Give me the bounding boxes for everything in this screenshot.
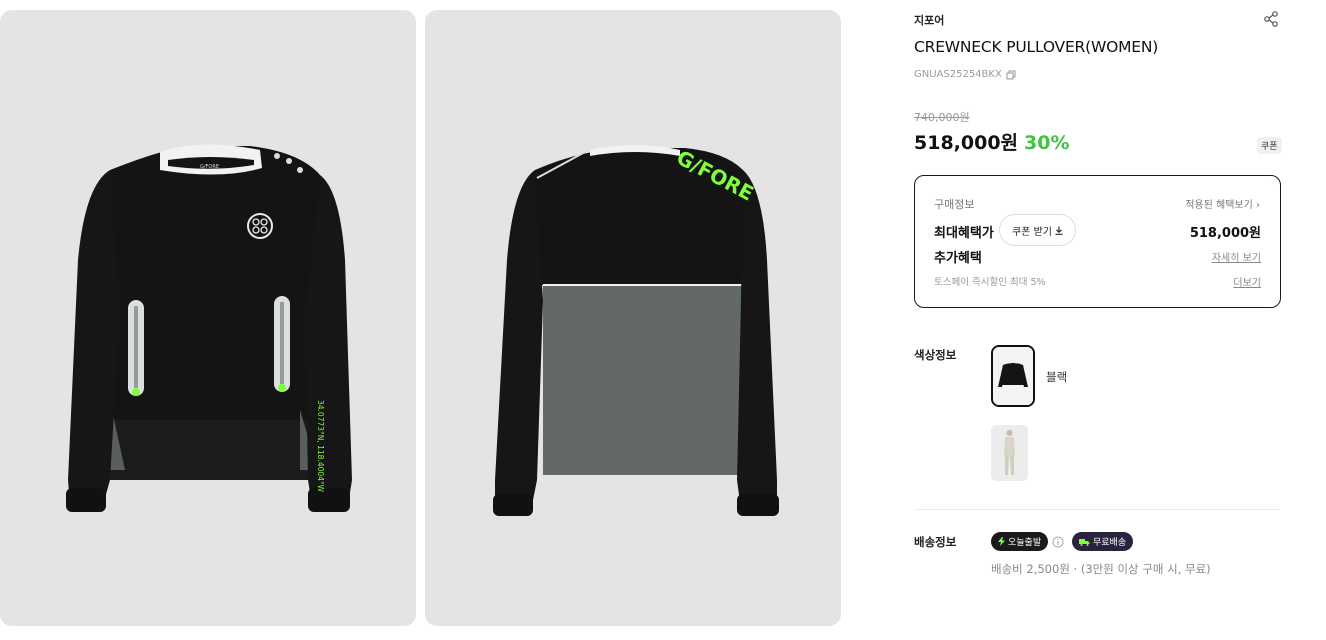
sweater-back-illustration: G/FORE [493,145,779,516]
benefit-box: 구매정보 적용된 혜택보기 › 최대혜택가 쿠폰 받기 518,000원 추가혜… [914,175,1281,308]
lightning-icon [998,537,1005,546]
max-benefit-label: 최대혜택가 [934,226,994,241]
sweater-front-illustration: 34.0773°N, 118.4004°W G/FORE [66,144,352,512]
color-swatch-model[interactable] [991,425,1028,481]
shipping-info-label: 배송정보 [914,535,957,549]
coupon-button-label: 쿠폰 받기 [1012,226,1052,238]
today-shipping-badge: 오늘출발 [991,532,1049,551]
discount-rate: 30% [1024,132,1070,154]
copy-icon[interactable] [1006,70,1016,80]
download-icon [1055,226,1063,235]
applied-benefits-link[interactable]: 적용된 혜택보기 › [1185,196,1260,211]
share-icon[interactable] [1262,10,1280,28]
product-image-back[interactable]: G/FORE [425,10,841,626]
free-badge-text: 무료배송 [1093,538,1127,548]
color-info-label: 색상정보 [914,348,957,362]
divider [914,509,1280,510]
more-link[interactable]: 더보기 [1233,274,1261,289]
sale-price: 518,000원 [914,132,1019,154]
sku-text: GNUAS25254BKX [914,69,1002,80]
get-coupon-button[interactable]: 쿠폰 받기 [999,214,1076,246]
truck-icon [1079,538,1090,546]
today-badge-text: 오늘출발 [1008,538,1042,548]
swatch-black-thumbnail [993,347,1033,405]
free-shipping-badge: 무료배송 [1072,532,1134,551]
extra-benefit-label: 추가혜택 [934,251,982,266]
product-sku: GNUAS25254BKX [914,69,1016,80]
purchase-info-label: 구매정보 [934,198,975,211]
product-title: CREWNECK PULLOVER(WOMEN) [914,38,1159,56]
max-benefit-price: 518,000원 [1189,226,1261,241]
detail-link[interactable]: 자세히 보기 [1212,249,1261,264]
collar-logo-text: G/FORE [200,164,219,170]
swatch-model-thumbnail [991,425,1028,481]
shipping-fee-text: 배송비 2,500원 · (3만원 이상 구매 시, 무료) [991,562,1211,576]
brand-name[interactable]: 지포어 [914,12,944,28]
product-image-front[interactable]: 34.0773°N, 118.4004°W G/FORE [0,10,416,626]
color-swatch-black[interactable] [991,345,1035,407]
original-price: 740,000원 [914,111,970,124]
tosspay-text: 토스페이 즉시할인 최대 5% [934,277,1046,288]
sleeve-print-text: 34.0773°N, 118.4004°W [316,400,325,493]
info-icon[interactable] [1052,536,1064,548]
sale-price-row: 518,000원 30% [914,128,1070,155]
coupon-tag[interactable]: 쿠폰 [1257,137,1282,154]
color-name-black: 블랙 [1046,370,1068,384]
